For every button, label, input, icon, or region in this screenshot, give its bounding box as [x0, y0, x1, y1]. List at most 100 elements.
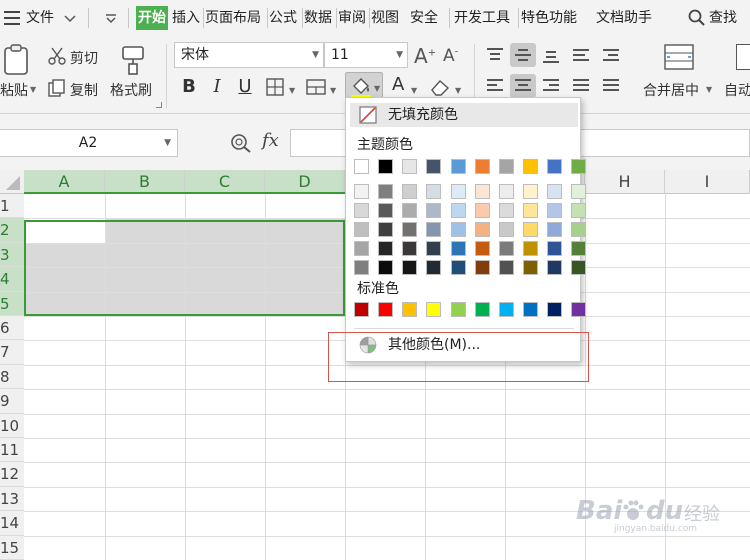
theme-color-swatch[interactable] — [354, 159, 369, 174]
standard-color-swatch[interactable] — [475, 302, 490, 317]
theme-shade-swatch[interactable] — [571, 241, 586, 256]
row-header-11[interactable]: 11 — [0, 438, 24, 463]
standard-color-swatch[interactable] — [378, 302, 393, 317]
row-header-3[interactable]: 3 — [0, 242, 24, 268]
theme-shade-swatch[interactable] — [523, 203, 538, 218]
search-icon[interactable] — [688, 9, 706, 31]
theme-shade-swatch[interactable] — [475, 241, 490, 256]
theme-shade-swatch[interactable] — [354, 260, 369, 275]
auto-wrap-icon[interactable] — [736, 44, 750, 70]
tab-formulas[interactable]: 公式 — [269, 6, 297, 30]
indent-button[interactable] — [598, 43, 624, 67]
paste-dropdown-icon[interactable]: ▼ — [30, 85, 36, 94]
theme-shade-swatch[interactable] — [426, 260, 441, 275]
theme-shade-swatch[interactable] — [402, 184, 417, 199]
ribbon-expander-icon[interactable] — [156, 102, 162, 108]
theme-shade-swatch[interactable] — [354, 222, 369, 237]
tab-special-features[interactable]: 特色功能 — [521, 6, 577, 30]
align-middle-button[interactable] — [510, 43, 536, 67]
borders-dropdown-icon[interactable]: ▼ — [289, 86, 295, 95]
standard-color-swatch[interactable] — [451, 302, 466, 317]
column-header-b[interactable]: B — [105, 170, 185, 194]
search-label[interactable]: 查找 — [709, 6, 737, 30]
format-painter-icon[interactable] — [118, 44, 148, 80]
paste-button-label[interactable]: 粘贴 — [0, 80, 28, 100]
theme-shade-swatch[interactable] — [451, 203, 466, 218]
theme-color-swatch[interactable] — [402, 159, 417, 174]
copy-icon[interactable] — [48, 79, 66, 101]
merge-dropdown-icon[interactable]: ▼ — [706, 85, 712, 94]
row-header-5[interactable]: 5 — [0, 291, 24, 316]
theme-shade-swatch[interactable] — [378, 184, 393, 199]
bold-button[interactable]: B — [176, 74, 202, 100]
theme-shade-swatch[interactable] — [378, 203, 393, 218]
theme-color-swatch[interactable] — [378, 159, 393, 174]
no-fill-option[interactable]: 无填充颜色 — [350, 103, 578, 127]
distributed-button[interactable] — [598, 74, 624, 98]
column-header-h[interactable]: H — [585, 170, 665, 194]
scissors-icon[interactable] — [48, 47, 66, 69]
quick-access-dropdown-icon[interactable] — [105, 12, 117, 28]
theme-shade-swatch[interactable] — [354, 203, 369, 218]
justify-button[interactable] — [568, 74, 594, 98]
chevron-down-icon[interactable]: ▼ — [396, 43, 403, 67]
theme-shade-swatch[interactable] — [426, 222, 441, 237]
borders-icon[interactable] — [266, 78, 284, 100]
name-box[interactable]: A2 ▼ — [0, 129, 178, 157]
theme-shade-swatch[interactable] — [547, 241, 562, 256]
standard-color-swatch[interactable] — [354, 302, 369, 317]
column-header-a[interactable]: A — [24, 170, 105, 194]
tab-security[interactable]: 安全 — [410, 6, 438, 30]
theme-shade-swatch[interactable] — [547, 260, 562, 275]
theme-shade-swatch[interactable] — [426, 184, 441, 199]
theme-shade-swatch[interactable] — [354, 184, 369, 199]
standard-color-swatch[interactable] — [499, 302, 514, 317]
theme-shade-swatch[interactable] — [378, 222, 393, 237]
theme-shade-swatch[interactable] — [426, 203, 441, 218]
tab-doc-assistant[interactable]: 文档助手 — [596, 6, 652, 30]
row-header-2[interactable]: 2 — [0, 218, 24, 243]
theme-shade-swatch[interactable] — [378, 241, 393, 256]
cell-style-icon[interactable] — [306, 78, 326, 100]
column-header-c[interactable]: C — [185, 170, 265, 194]
paste-icon[interactable] — [2, 44, 32, 80]
fill-color-dropdown-icon[interactable]: ▼ — [374, 84, 380, 93]
align-left-button[interactable] — [482, 74, 508, 98]
theme-shade-swatch[interactable] — [499, 241, 514, 256]
standard-color-swatch[interactable] — [426, 302, 441, 317]
file-menu[interactable]: 文件 — [26, 6, 54, 30]
theme-shade-swatch[interactable] — [451, 184, 466, 199]
row-header-9[interactable]: 9 — [0, 389, 24, 414]
standard-color-swatch[interactable] — [547, 302, 562, 317]
theme-shade-swatch[interactable] — [523, 260, 538, 275]
theme-shade-swatch[interactable] — [475, 203, 490, 218]
row-header-8[interactable]: 8 — [0, 364, 24, 390]
row-header-1[interactable]: 1 — [0, 194, 24, 219]
row-header-6[interactable]: 6 — [0, 316, 24, 341]
theme-color-swatch[interactable] — [451, 159, 466, 174]
select-all-corner[interactable] — [0, 170, 24, 194]
theme-shade-swatch[interactable] — [499, 184, 514, 199]
theme-shade-swatch[interactable] — [523, 184, 538, 199]
increase-font-icon[interactable]: A+ — [414, 44, 436, 68]
zoom-search-icon[interactable] — [230, 133, 252, 157]
decrease-font-icon[interactable]: A- — [443, 46, 458, 66]
theme-shade-swatch[interactable] — [354, 241, 369, 256]
theme-shade-swatch[interactable] — [402, 241, 417, 256]
row-header-7[interactable]: 7 — [0, 340, 24, 365]
theme-shade-swatch[interactable] — [499, 222, 514, 237]
copy-button[interactable]: 复制 — [70, 80, 98, 100]
row-header-12[interactable]: 12 — [0, 462, 24, 487]
hamburger-menu-icon[interactable] — [4, 11, 20, 25]
eraser-dropdown-icon[interactable]: ▼ — [455, 86, 461, 95]
wrap-text-button[interactable] — [568, 43, 594, 67]
theme-shade-swatch[interactable] — [475, 260, 490, 275]
tab-review[interactable]: 审阅 — [338, 6, 366, 30]
theme-shade-swatch[interactable] — [547, 222, 562, 237]
auto-wrap-button[interactable]: 自动 — [724, 80, 750, 100]
tab-home[interactable]: 开始 — [136, 6, 168, 30]
italic-button[interactable]: I — [204, 74, 230, 100]
standard-color-swatch[interactable] — [402, 302, 417, 317]
tab-developer[interactable]: 开发工具 — [454, 6, 510, 30]
theme-color-swatch[interactable] — [547, 159, 562, 174]
